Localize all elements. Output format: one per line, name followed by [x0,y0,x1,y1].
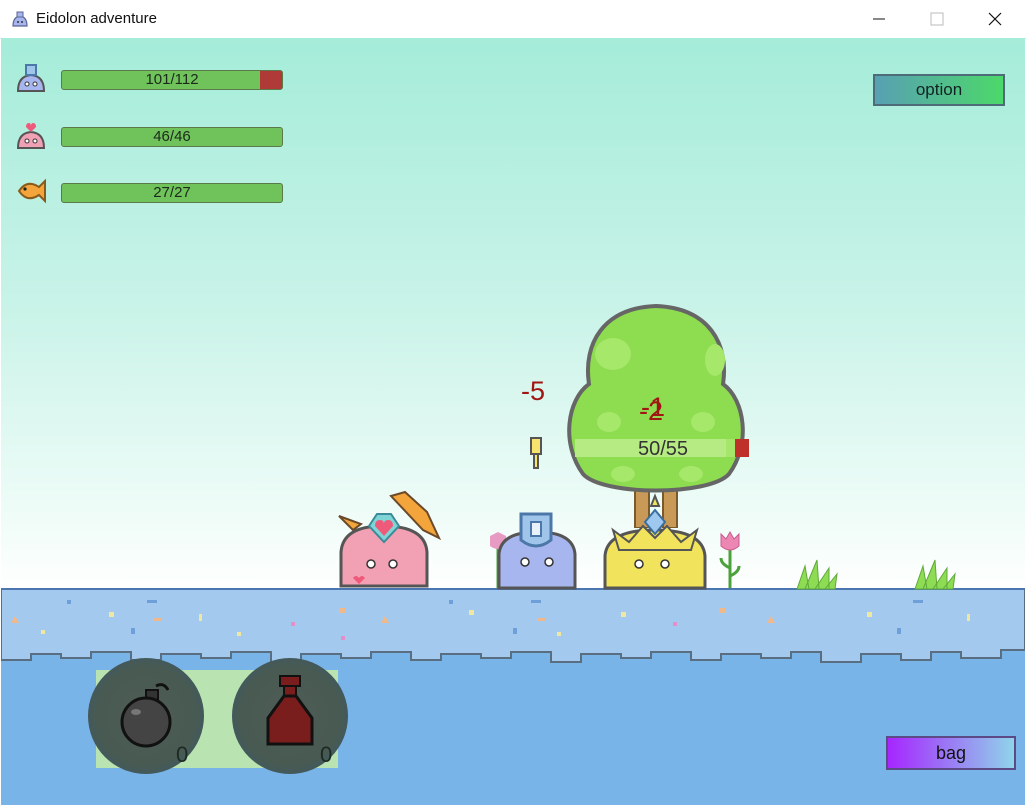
game-scene[interactable]: 50/55 -5 -1 -2 101/112 46/46 27/27 optio… [1,38,1025,805]
damage-number: -5 [521,376,546,406]
party-hp-text: 27/27 [153,184,191,201]
party-hp-text: 101/112 [145,71,199,88]
party-hp-bar: 46/46 [61,127,283,147]
window-title: Eidolon adventure [36,10,157,27]
grass-tuft-icon [914,559,956,590]
pink-flower-icon [719,530,741,588]
party-hp-bar: 101/112 [61,70,283,90]
damage-number: -2 [639,396,664,426]
item-count: 0 [320,742,333,767]
bomb-icon [120,683,172,748]
item-slot-bomb[interactable]: 0 [88,658,204,774]
item-slot-potion[interactable]: 0 [232,658,348,774]
app-slime-icon [12,11,28,27]
minimize-button[interactable] [850,0,908,38]
pink-slime-icon [16,123,46,149]
maximize-icon [930,12,944,26]
window-titlebar: Eidolon adventure [0,0,1026,39]
close-icon [988,12,1002,26]
potion-icon [266,675,314,746]
fish-icon [17,178,46,204]
bag-button[interactable]: bag [886,736,1016,770]
yellow-slime-character[interactable] [599,490,711,592]
enemy-hp-bar: 50/55 [575,438,749,461]
option-button[interactable]: option [873,74,1005,106]
party-hp-text: 46/46 [153,128,191,145]
item-count: 0 [176,742,189,767]
minimize-icon [873,18,885,20]
enemy-hp-text: 50/55 [637,438,689,460]
pink-slime-character[interactable] [331,490,443,592]
party-hp-bar: 27/27 [61,183,283,203]
grass-tuft-icon [796,559,838,590]
maximize-button[interactable] [908,0,966,38]
blue-slime-icon [16,64,46,92]
blue-slime-character[interactable] [495,510,579,592]
arrow-projectile-icon [530,437,542,469]
close-button[interactable] [966,0,1024,38]
